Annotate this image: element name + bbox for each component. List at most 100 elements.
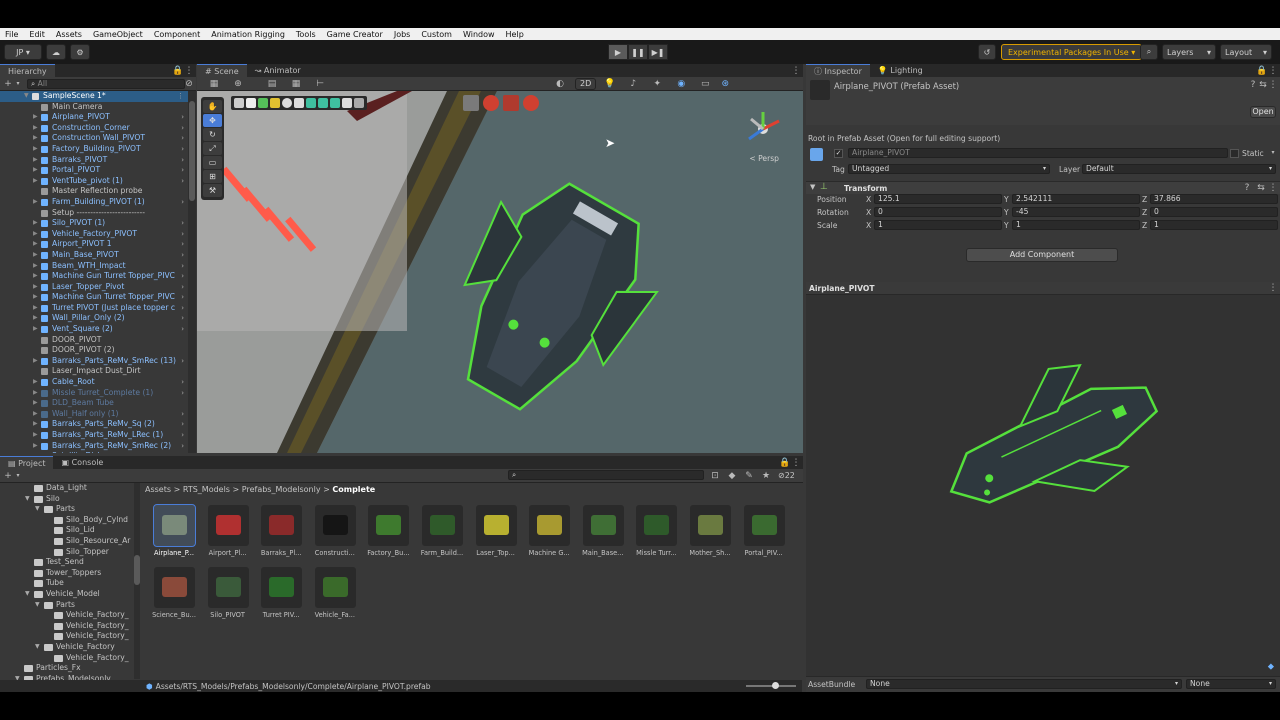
menu-animation-rigging[interactable]: Animation Rigging — [206, 30, 291, 39]
scene-menu-icon[interactable]: ⋮ — [177, 91, 184, 102]
folder-tree-item[interactable]: Silo_Lid — [0, 525, 137, 536]
menu-game-creator[interactable]: Game Creator — [322, 30, 389, 39]
open-prefab-arrow-icon[interactable]: › — [181, 324, 184, 335]
transform-header[interactable]: ▼ ⊥ Transform ? ⇆ ⋮ — [806, 181, 1280, 194]
fold-arrow-icon[interactable]: ▶ — [33, 419, 38, 430]
collab-button[interactable]: ⚙ — [70, 44, 90, 60]
hierarchy-item[interactable]: ▶ Machine Gun Turret Topper_PIVC › — [0, 271, 188, 282]
fold-arrow-icon[interactable]: ▶ — [33, 155, 38, 166]
fold-arrow-icon[interactable]: ▶ — [33, 197, 38, 208]
tab-console[interactable]: ▣ Console — [53, 456, 112, 469]
folder-tree-item[interactable]: Tower_Toppers — [0, 568, 137, 579]
overlay-green-icon[interactable] — [258, 98, 268, 108]
folder-tree-item[interactable]: ▼ Vehicle_Factory — [0, 642, 137, 653]
project-tree-scroll-thumb[interactable] — [134, 555, 140, 585]
shading-icon[interactable]: ◐ — [555, 79, 565, 89]
tab-animator[interactable]: ↝ Animator — [246, 64, 309, 77]
asset-item[interactable]: Barraks_Pl... — [256, 505, 306, 565]
fold-arrow-icon[interactable]: ▶ — [33, 112, 38, 123]
fold-arrow-icon[interactable]: ▶ — [33, 377, 38, 388]
assetbundle-dropdown[interactable]: None ▾ — [866, 679, 1182, 689]
asset-item[interactable]: Constructi... — [310, 505, 360, 565]
open-prefab-arrow-icon[interactable]: › — [181, 271, 184, 282]
hierarchy-item[interactable]: Main Camera — [0, 102, 188, 113]
fold-arrow-icon[interactable]: ▶ — [33, 218, 38, 229]
asset-item[interactable]: Silo_PIVOT — [203, 567, 253, 627]
asset-item[interactable]: Main_Base... — [578, 505, 628, 565]
open-prefab-arrow-icon[interactable]: › — [181, 451, 184, 453]
menu-help[interactable]: Help — [501, 30, 530, 39]
project-tree-scrollbar[interactable] — [134, 483, 140, 679]
fold-arrow-icon[interactable]: ▶ — [33, 250, 38, 261]
label-icon[interactable]: ✎ — [744, 471, 754, 481]
hierarchy-item[interactable]: ▶ Satellite Dish › — [0, 451, 188, 453]
open-prefab-arrow-icon[interactable]: › — [181, 229, 184, 240]
hierarchy-item[interactable]: ▶ Construction_Corner › — [0, 123, 188, 134]
breadcrumb-assets[interactable]: Assets — [145, 485, 171, 494]
overlay-cross-red-icon[interactable] — [503, 95, 519, 111]
gizmos-icon[interactable]: ⊛ — [720, 79, 730, 89]
hierarchy-item[interactable]: Setup ------------------------- — [0, 208, 188, 219]
folder-tree-item[interactable]: Tube — [0, 578, 137, 589]
asset-item[interactable]: Science_Bu... — [149, 567, 199, 627]
rotate-tool-icon[interactable]: ↻ — [203, 128, 222, 141]
custom-tool-icon[interactable]: ⚒ — [203, 184, 222, 197]
scale-y-field[interactable]: 1 — [1012, 220, 1140, 230]
hierarchy-item[interactable]: Laser_Impact Dust_Dirt — [0, 366, 188, 377]
scale-x-field[interactable]: 1 — [874, 220, 1002, 230]
hierarchy-item[interactable]: ▶ Machine Gun Turret Topper_PIVC › — [0, 292, 188, 303]
hierarchy-item[interactable]: Master Reflection probe — [0, 186, 188, 197]
effects-icon[interactable]: ✦ — [652, 79, 662, 89]
preview-kebab-icon[interactable]: ⋮ — [1268, 283, 1278, 293]
open-prefab-arrow-icon[interactable]: › — [181, 250, 184, 261]
hierarchy-item[interactable]: ▶ Barraks_Parts_ReMv_SmRec (2) › — [0, 441, 188, 452]
hierarchy-item[interactable]: ▶ Factory_Building_PIVOT › — [0, 144, 188, 155]
asset-item[interactable]: Factory_Bu... — [363, 505, 413, 565]
transform-help-icon[interactable]: ? — [1242, 183, 1252, 193]
fold-arrow-icon[interactable]: ▶ — [33, 123, 38, 134]
assetbundle-variant-dropdown[interactable]: None ▾ — [1186, 679, 1276, 689]
lock-icon[interactable]: 🔒 — [172, 66, 183, 76]
fold-arrow-icon[interactable]: ▶ — [33, 303, 38, 314]
fold-arrow-icon[interactable]: ▶ — [33, 409, 38, 420]
open-prefab-arrow-icon[interactable]: › — [181, 292, 184, 303]
hierarchy-item[interactable]: ▶ Wall_Half only (1) › — [0, 409, 188, 420]
fold-arrow-icon[interactable]: ▶ — [33, 144, 38, 155]
tab-scene[interactable]: # Scene — [197, 64, 247, 77]
scale-tool-icon[interactable]: ⤢ — [203, 142, 222, 155]
tab-lighting[interactable]: 💡 Lighting — [869, 64, 931, 77]
fold-arrow-icon[interactable]: ▶ — [33, 292, 38, 303]
asset-item[interactable]: Missle Turr... — [631, 505, 681, 565]
view-gizmo[interactable] — [743, 109, 783, 149]
open-prefab-arrow-icon[interactable]: › — [181, 218, 184, 229]
open-prefab-arrow-icon[interactable]: › — [181, 409, 184, 420]
project-lock-icon[interactable]: 🔒 — [779, 458, 790, 468]
hand-tool-icon[interactable]: ✋ — [203, 100, 222, 113]
help-icon[interactable]: ? — [1248, 80, 1258, 90]
fold-arrow-icon[interactable]: ▶ — [33, 398, 38, 409]
hierarchy-item[interactable]: ▶ Barraks_PIVOT › — [0, 155, 188, 166]
asset-item[interactable]: Vehicle_Fa... — [310, 567, 360, 627]
thumbnail-size-slider[interactable] — [746, 682, 796, 689]
folder-tree-item[interactable]: Vehicle_Factory_ — [0, 621, 137, 632]
breadcrumb-rts-models[interactable]: RTS_Models — [183, 485, 230, 494]
fold-arrow-icon[interactable]: ▶ — [33, 261, 38, 272]
asset-item[interactable]: Machine G... — [524, 505, 574, 565]
fold-arrow-icon[interactable]: ▶ — [33, 451, 38, 453]
snap-icon[interactable]: ▤ — [267, 79, 277, 89]
position-x-field[interactable]: 125.1 — [874, 194, 1002, 204]
fold-arrow-icon[interactable]: ▼ — [35, 504, 40, 515]
folder-tree-item[interactable]: Test_Send — [0, 557, 137, 568]
search-button[interactable]: ⌕ — [1140, 44, 1158, 60]
hierarchy-item[interactable]: ▶ Laser_Topper_Pivot › — [0, 282, 188, 293]
fold-arrow-icon[interactable]: ▶ — [33, 441, 38, 452]
slider-handle[interactable] — [772, 682, 779, 689]
prefab-preview[interactable]: ⬥ — [806, 295, 1280, 676]
menu-edit[interactable]: Edit — [24, 30, 51, 39]
fold-arrow-icon[interactable]: ▶ — [33, 282, 38, 293]
experimental-packages-badge[interactable]: Experimental Packages In Use ▾ — [1001, 44, 1143, 60]
audio-toggle-icon[interactable]: ♪ — [628, 79, 638, 89]
header-kebab-icon[interactable]: ⋮ — [1268, 80, 1278, 90]
fold-arrow-icon[interactable]: ▶ — [33, 430, 38, 441]
hierarchy-item[interactable]: ▶ Construction Wall_PIVOT › — [0, 133, 188, 144]
